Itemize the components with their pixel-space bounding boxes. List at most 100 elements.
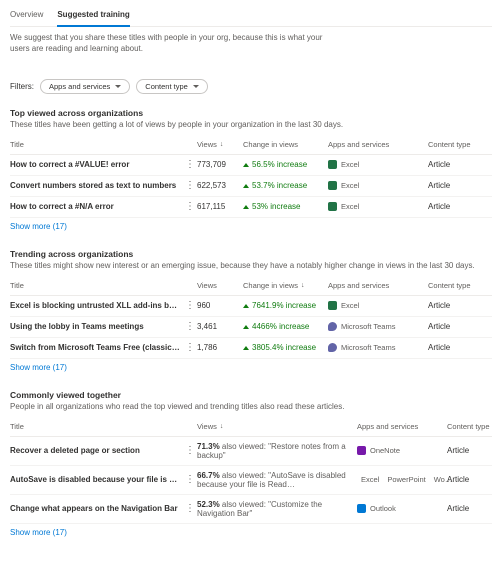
excel-icon [328,202,337,211]
col-apps[interactable]: Apps and services [328,140,428,149]
sort-desc-icon: ↓ [220,141,224,148]
table-header: Title Views ↓ Apps and services Content … [10,417,492,437]
row-apps: Excel [328,301,428,310]
filter-content-type[interactable]: Content type [136,79,208,94]
col-content-type[interactable]: Content type [428,140,492,149]
row-views: 622,573 [197,181,243,190]
row-more-icon[interactable]: ⋮ [185,202,195,212]
row-title: Change what appears on the Navigation Ba… [10,504,185,513]
filter-apps-label: Apps and services [49,82,110,91]
row-more-icon[interactable]: ⋮ [185,301,195,311]
table-header: Title Views Change in views ↓ Apps and s… [10,276,492,296]
row-change: 4466% increase [243,322,328,331]
row-more-icon[interactable]: ⋮ [185,475,195,485]
row-content-type: Article [447,446,492,455]
sort-desc-icon: ↓ [301,282,305,289]
show-more-top[interactable]: Show more (17) [10,222,67,231]
row-more-icon[interactable]: ⋮ [185,343,195,353]
app-label: Outlook [370,504,396,513]
row-change: 53% increase [243,202,328,211]
tab-overview[interactable]: Overview [10,6,43,26]
row-apps: Outlook [357,504,447,513]
col-title[interactable]: Title [10,140,185,149]
table-row[interactable]: AutoSave is disabled because your file i… [10,466,492,495]
increase-icon [243,304,249,308]
row-apps: Excel [328,181,428,190]
row-views: 773,709 [197,160,243,169]
row-more-icon[interactable]: ⋮ [185,160,195,170]
row-apps: Excel [328,160,428,169]
row-more-icon[interactable]: ⋮ [185,181,195,191]
row-views: 1,786 [197,343,243,352]
row-change: 7641.9% increase [243,301,328,310]
row-title: Using the lobby in Teams meetings [10,322,185,331]
app-label: PowerPoint [387,475,425,484]
table-row[interactable]: How to correct a #N/A error⋮617,11553% i… [10,197,492,218]
app-label: Microsoft Teams [341,322,395,331]
row-also-viewed: 52.3% also viewed: "Customize the Naviga… [197,500,357,518]
row-content-type: Article [447,475,492,484]
col-content-type[interactable]: Content type [428,281,492,290]
col-apps[interactable]: Apps and services [328,281,428,290]
row-title: Excel is blocking untrusted XLL add-ins … [10,301,185,310]
row-content-type: Article [447,504,492,513]
onenote-icon [357,446,366,455]
section-title-common: Commonly viewed together [10,390,492,400]
table-row[interactable]: Switch from Microsoft Teams Free (classi… [10,338,492,359]
chevron-down-icon [193,85,199,88]
tab-bar: Overview Suggested training [10,6,492,27]
table-row[interactable]: Recover a deleted page or section⋮71.3% … [10,437,492,466]
microsoftteams-icon [328,343,337,352]
increase-icon [243,163,249,167]
excel-icon [328,181,337,190]
section-title-top-viewed: Top viewed across organizations [10,108,492,118]
outlook-icon [357,504,366,513]
show-more-common[interactable]: Show more (17) [10,528,67,537]
show-more-trending[interactable]: Show more (17) [10,363,67,372]
page-description: We suggest that you share these titles w… [10,33,323,55]
col-title[interactable]: Title [10,281,185,290]
chevron-down-icon [115,85,121,88]
row-views: 960 [197,301,243,310]
col-change[interactable]: Change in views [243,140,328,149]
row-title: How to correct a #N/A error [10,202,185,211]
common-table: Title Views ↓ Apps and services Content … [10,417,492,524]
row-change: 53.7% increase [243,181,328,190]
increase-icon [243,184,249,188]
col-change[interactable]: Change in views ↓ [243,281,328,290]
row-title: Switch from Microsoft Teams Free (classi… [10,343,185,352]
filters-row: Filters: Apps and services Content type [10,79,492,94]
table-header: Title Views↓ Change in views Apps and se… [10,135,492,155]
row-title: AutoSave is disabled because your file i… [10,475,185,484]
col-views[interactable]: Views↓ [197,140,243,149]
col-title[interactable]: Title [10,422,185,431]
col-apps[interactable]: Apps and services [357,422,447,431]
table-row[interactable]: Change what appears on the Navigation Ba… [10,495,492,524]
col-views[interactable]: Views ↓ [197,422,357,431]
row-more-icon[interactable]: ⋮ [185,322,195,332]
row-also-viewed: 66.7% also viewed: "AutoSave is disabled… [197,471,357,489]
increase-icon [243,205,249,209]
row-title: Recover a deleted page or section [10,446,185,455]
section-title-trending: Trending across organizations [10,249,492,259]
app-label: Microsoft Teams [341,343,395,352]
tab-suggested-training[interactable]: Suggested training [57,6,129,27]
table-row[interactable]: How to correct a #VALUE! error⋮773,70956… [10,155,492,176]
filter-apps-services[interactable]: Apps and services [40,79,130,94]
table-row[interactable]: Convert numbers stored as text to number… [10,176,492,197]
app-label: Excel [341,160,359,169]
row-more-icon[interactable]: ⋮ [185,446,195,456]
row-more-icon[interactable]: ⋮ [185,504,195,514]
excel-icon [328,301,337,310]
table-row[interactable]: Using the lobby in Teams meetings⋮3,4614… [10,317,492,338]
app-label: Excel [341,301,359,310]
row-apps: Excel [328,202,428,211]
col-views[interactable]: Views [197,281,243,290]
table-row[interactable]: Excel is blocking untrusted XLL add-ins … [10,296,492,317]
section-subtitle-common: People in all organizations who read the… [10,402,492,411]
trending-table: Title Views Change in views ↓ Apps and s… [10,276,492,359]
row-content-type: Article [428,202,492,211]
app-label: Excel [361,475,379,484]
row-content-type: Article [428,181,492,190]
col-content-type[interactable]: Content type [447,422,492,431]
